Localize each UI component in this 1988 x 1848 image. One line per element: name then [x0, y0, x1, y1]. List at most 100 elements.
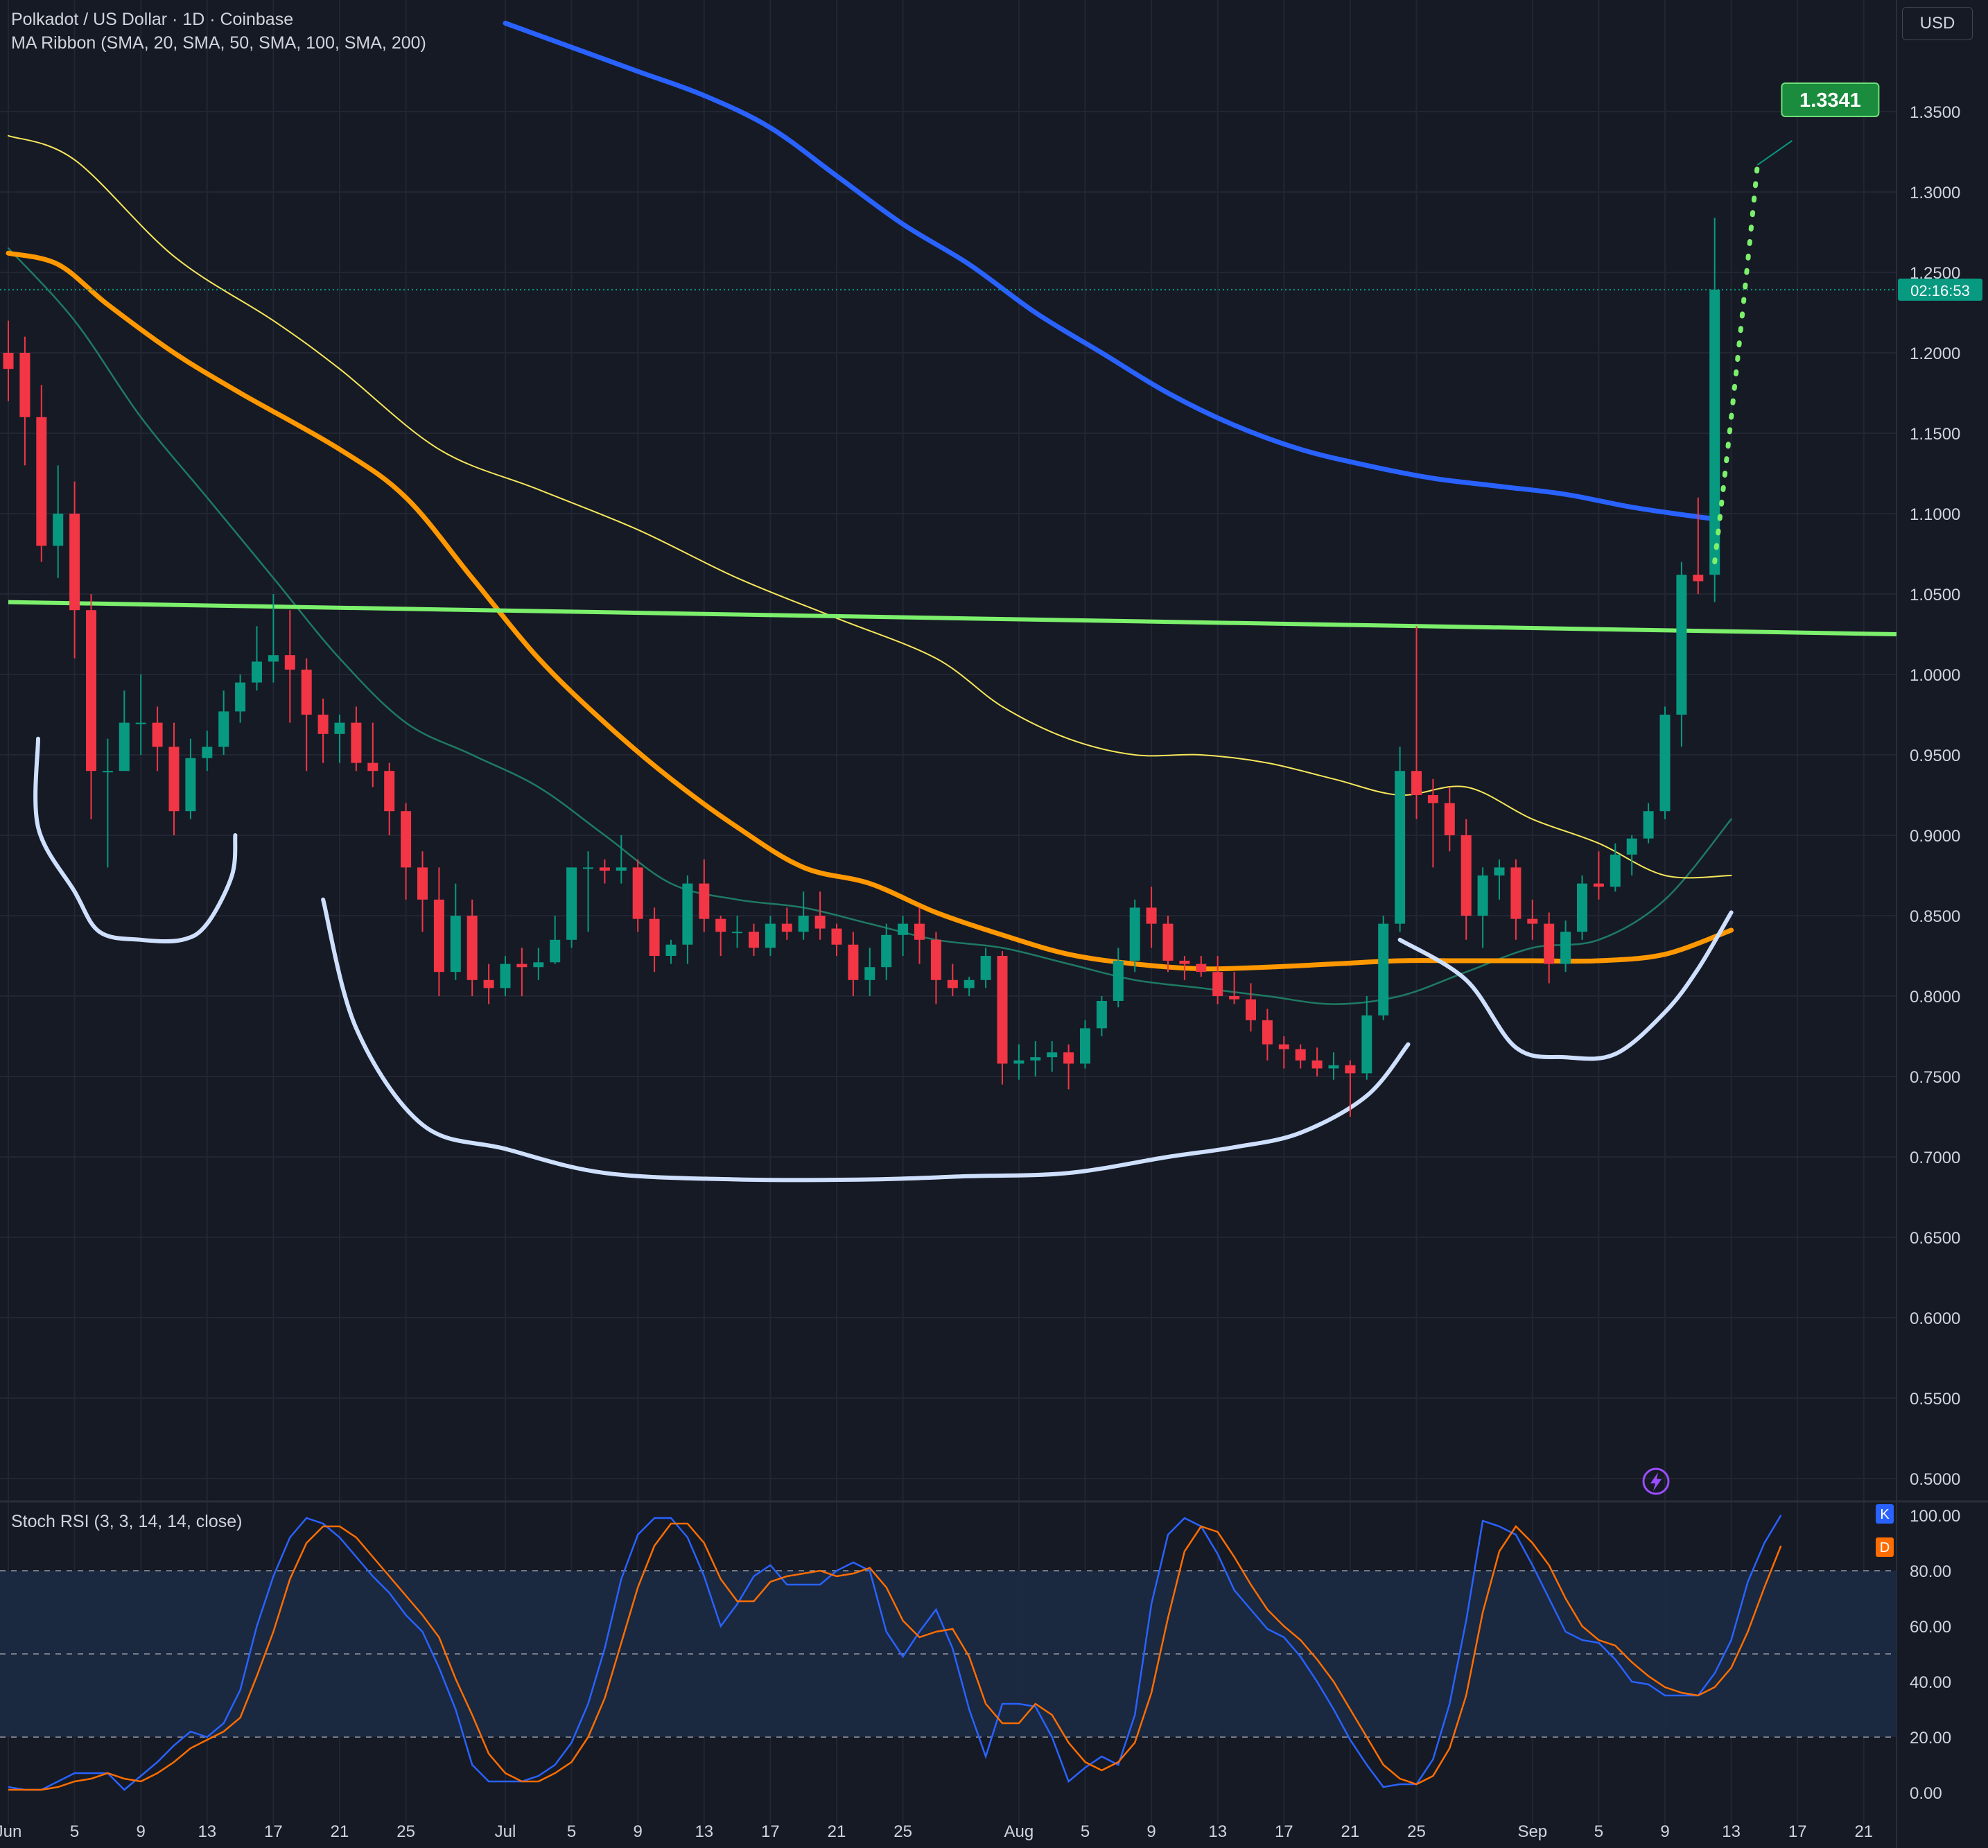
time-tick-label: 21	[1341, 1822, 1360, 1841]
candle-body	[1494, 867, 1505, 875]
candle-body	[1063, 1052, 1074, 1064]
time-tick-label: 5	[1594, 1822, 1603, 1841]
bolt-icon[interactable]	[1641, 1467, 1671, 1496]
candle-body	[1229, 996, 1240, 1000]
candle-body	[914, 923, 925, 940]
price-tick-label: 0.6500	[1910, 1229, 1960, 1248]
candle-body	[351, 722, 362, 763]
candle-body	[417, 867, 428, 900]
candle-body	[1196, 964, 1207, 973]
candle-body	[848, 944, 859, 980]
candle-body	[814, 916, 826, 929]
stoch-tick-label: 100.00	[1910, 1507, 1960, 1526]
time-tick-label: 13	[695, 1822, 713, 1841]
candle-body	[1560, 932, 1571, 964]
candle-body	[1345, 1065, 1356, 1074]
candle-body	[699, 883, 710, 919]
candle-body	[881, 934, 892, 968]
time-tick-label: 9	[634, 1822, 643, 1841]
price-tick-label: 0.9000	[1910, 827, 1960, 846]
candle-body	[831, 928, 842, 945]
price-tick-label: 0.6000	[1910, 1309, 1960, 1328]
candle-body	[168, 747, 180, 812]
price-tick-label: 1.1000	[1910, 505, 1960, 524]
candle-body	[1544, 923, 1555, 964]
candle-body	[202, 747, 213, 758]
candle-body	[69, 514, 80, 611]
candle-body	[384, 771, 395, 812]
time-tick-label: 17	[1275, 1822, 1293, 1841]
price-tick-label: 1.2000	[1910, 345, 1960, 363]
candle-body	[1395, 771, 1406, 924]
candle-body	[317, 715, 329, 734]
candle-body	[632, 867, 643, 919]
time-tick-label: 9	[137, 1822, 146, 1841]
time-tick-label: 13	[1208, 1822, 1227, 1841]
candle-body	[798, 916, 809, 932]
candle-body	[36, 417, 47, 546]
candle-body	[152, 722, 163, 747]
stoch-d-badge-label: D	[1880, 1540, 1890, 1555]
candle-body	[284, 655, 295, 670]
candle-body	[1361, 1015, 1372, 1074]
candle-body	[964, 979, 975, 988]
candle-body	[1510, 867, 1521, 919]
candle-body	[1113, 960, 1124, 1001]
candle-body	[235, 682, 246, 712]
candle-body	[616, 867, 627, 871]
stoch-rsi-legend[interactable]: Stoch RSI (3, 3, 14, 14, close)	[11, 1512, 243, 1532]
price-tick-label: 0.5000	[1910, 1470, 1960, 1489]
price-tick-label: 1.0500	[1910, 586, 1960, 604]
time-tick-label: Jul	[495, 1822, 516, 1841]
ma-ribbon-legend[interactable]: MA Ribbon (SMA, 20, SMA, 50, SMA, 100, S…	[11, 33, 426, 53]
candle-body	[1610, 854, 1621, 887]
candle-body	[930, 939, 941, 980]
candle-body	[252, 661, 262, 683]
candle-body	[997, 956, 1008, 1064]
candle-body	[185, 758, 196, 812]
symbol-title: Polkadot / US Dollar · 1D · Coinbase	[11, 10, 294, 29]
candle-body	[367, 762, 378, 772]
candle-body	[1378, 923, 1389, 1015]
candle-body	[135, 722, 146, 724]
candle-body	[550, 939, 561, 963]
candle-body	[1129, 907, 1140, 961]
chart-canvas[interactable]: 1.35001.30001.25001.20001.15001.10001.05…	[0, 0, 1988, 1848]
candle-body	[749, 932, 759, 948]
candle-body	[781, 923, 792, 932]
time-tick-label: Jun	[0, 1822, 21, 1841]
candle-body	[1676, 575, 1687, 715]
time-tick-label: Aug	[1004, 1822, 1034, 1841]
candle-body	[1461, 835, 1472, 916]
price-tick-label: 0.7500	[1910, 1068, 1960, 1087]
candle-body	[218, 711, 229, 747]
candle-body	[1659, 715, 1671, 812]
candle-body	[483, 979, 494, 988]
stoch-tick-label: 80.00	[1910, 1562, 1951, 1581]
candle-body	[864, 967, 875, 980]
candle-body	[1593, 883, 1604, 887]
time-tick-label: 5	[70, 1822, 79, 1841]
candle-body	[3, 353, 14, 369]
candle-body	[1311, 1060, 1323, 1069]
candle-body	[119, 722, 130, 772]
time-tick-label: Sep	[1517, 1822, 1547, 1841]
time-tick-label: 21	[331, 1822, 349, 1841]
time-tick-label: 25	[893, 1822, 912, 1841]
time-tick-label: 13	[198, 1822, 216, 1841]
currency-button[interactable]: USD	[1902, 7, 1973, 40]
price-tick-label: 0.7000	[1910, 1149, 1960, 1167]
stoch-tick-label: 60.00	[1910, 1618, 1951, 1637]
candle-body	[898, 923, 909, 935]
candle-body	[301, 670, 312, 715]
candle-body	[1013, 1060, 1024, 1064]
price-tick-label: 0.5500	[1910, 1390, 1960, 1409]
candle-body	[682, 883, 693, 945]
candle-body	[665, 944, 677, 956]
candle-body	[401, 811, 412, 868]
candle-body	[500, 964, 511, 988]
price-tick-label: 1.3500	[1910, 103, 1960, 122]
candle-body	[599, 867, 610, 871]
time-tick-label: 25	[396, 1822, 415, 1841]
candle-body	[1212, 972, 1223, 996]
